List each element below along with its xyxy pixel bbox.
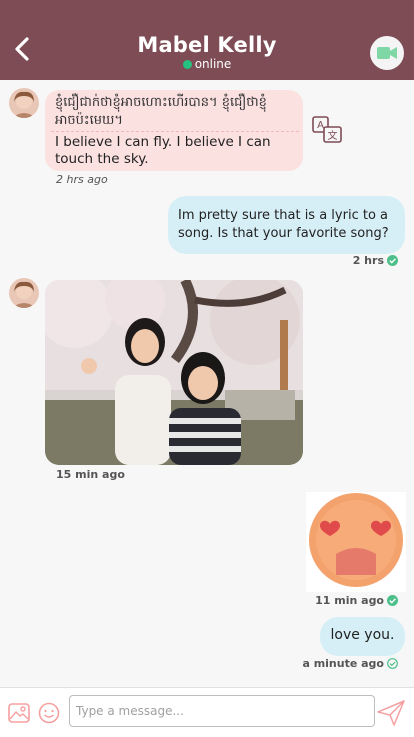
translated-text: I believe I can fly. I believe I can tou… — [55, 134, 271, 167]
contact-status: online — [0, 57, 414, 71]
contact-avatar[interactable] — [9, 278, 39, 308]
translate-icon[interactable]: A 文 — [311, 114, 343, 146]
outgoing-message-bubble[interactable]: love you. — [320, 617, 405, 656]
svg-text:文: 文 — [328, 129, 338, 142]
send-icon[interactable] — [377, 700, 405, 726]
read-check-icon — [387, 658, 398, 669]
heart-eyes-face-icon — [309, 493, 403, 587]
read-check-icon — [387, 255, 398, 266]
message-timestamp: 2 hrs — [352, 254, 384, 267]
contact-name: Mabel Kelly — [137, 33, 277, 57]
emoji-icon[interactable] — [38, 702, 60, 724]
original-text: ខ្ញុំជឿជាក់ថាខ្ញុំអាចហោះហើរបាន។ ខ្ញុំជឿថ… — [55, 95, 267, 128]
chat-header: Mabel Kelly online — [0, 0, 414, 80]
svg-text:A: A — [317, 120, 324, 131]
photo-message[interactable] — [45, 280, 303, 465]
video-camera-icon — [377, 47, 397, 59]
read-check-icon — [387, 595, 398, 606]
message-timestamp-row: 11 min ago — [315, 594, 398, 607]
image-icon[interactable] — [8, 702, 30, 724]
message-text: Im pretty sure that is a lyric to a song… — [178, 208, 389, 241]
message-input[interactable] — [69, 695, 375, 727]
translation-divider — [51, 131, 299, 132]
contact-info: Mabel Kelly online — [0, 32, 414, 71]
outgoing-message-bubble[interactable]: Im pretty sure that is a lyric to a song… — [168, 196, 405, 254]
video-call-button[interactable] — [370, 36, 404, 70]
message-text: love you. — [330, 627, 395, 643]
status-text: online — [194, 57, 232, 71]
online-indicator — [182, 60, 192, 69]
message-timestamp: 15 min ago — [56, 468, 125, 481]
message-timestamp: a minute ago — [302, 657, 384, 670]
message-timestamp-row: a minute ago — [302, 657, 398, 670]
emoji-message[interactable] — [306, 492, 406, 592]
contact-avatar[interactable] — [9, 88, 39, 118]
incoming-message-bubble[interactable]: ខ្ញុំជឿជាក់ថាខ្ញុំអាចហោះហើរបាន។ ខ្ញុំជឿថ… — [45, 90, 303, 171]
message-timestamp: 2 hrs ago — [56, 173, 108, 186]
message-composer — [0, 687, 414, 737]
message-timestamp: 11 min ago — [315, 594, 384, 607]
message-timestamp-row: 2 hrs — [353, 254, 398, 267]
